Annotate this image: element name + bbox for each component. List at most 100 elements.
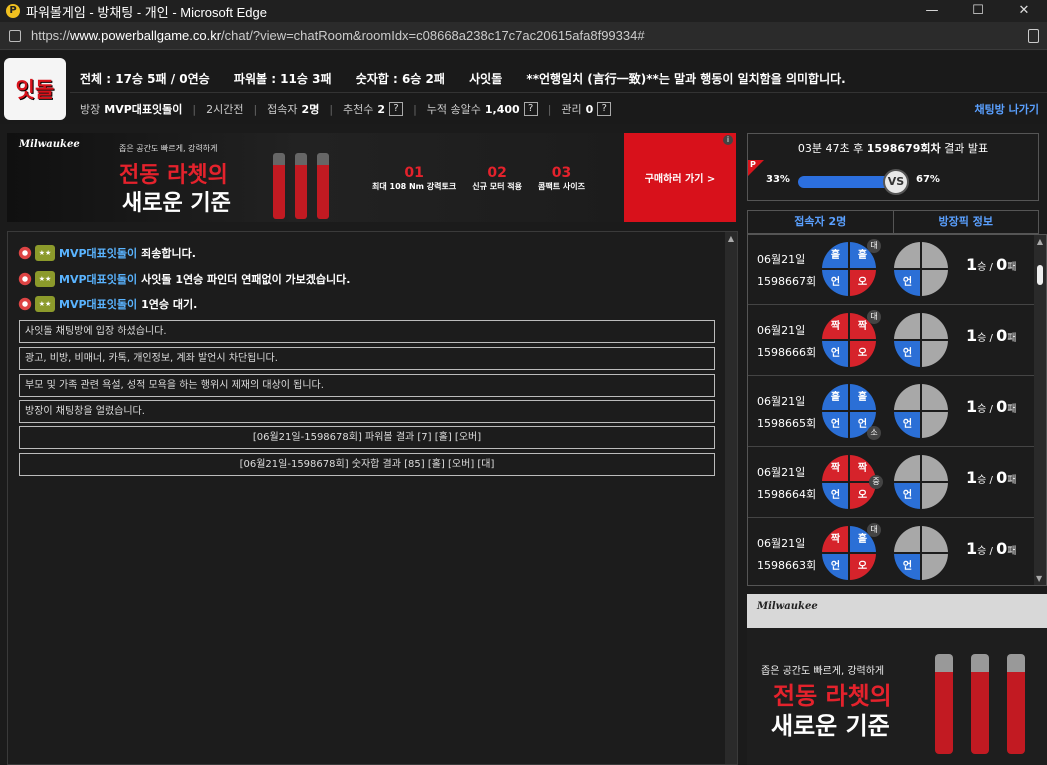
- result-quadrant: 오: [849, 269, 876, 296]
- size-tag-icon: 대: [867, 523, 881, 537]
- game-row: 06월21일 1598664회 짝 짝 언 오 중 언 1승 / 0패: [748, 448, 1036, 518]
- game-round: 1598666회: [757, 346, 817, 359]
- win-loss: 1승 / 0패: [966, 539, 1017, 558]
- size-tag-icon: 대: [867, 310, 881, 324]
- level-badge-icon: ★★: [35, 296, 55, 312]
- reader-mode-icon[interactable]: [1028, 29, 1039, 43]
- chat-message: ★★ MVP대표잇돌이 죄송합니다.: [18, 245, 196, 261]
- win-loss: 1승 / 0패: [966, 397, 1017, 416]
- ad-brand: Milwaukee: [19, 139, 80, 150]
- ad-buy-button[interactable]: 구매하러 가기 >: [624, 133, 736, 222]
- pick-circle: 언: [894, 526, 948, 580]
- flower-icon: [18, 297, 32, 311]
- result-circle: 짝짝언오: [822, 455, 876, 509]
- chat-panel[interactable]: ★★ MVP대표잇돌이 죄송합니다. ★★ MVP대표잇돌이 사잇돌 1연승 파…: [7, 231, 738, 765]
- chat-username[interactable]: MVP대표잇돌이: [59, 245, 137, 261]
- chat-scrollbar[interactable]: ▲: [725, 232, 737, 764]
- side-tabs: 접속자 2명 방장픽 정보: [747, 210, 1039, 234]
- left-percent: 33%: [766, 174, 790, 185]
- scroll-down-icon[interactable]: ▼: [1036, 574, 1042, 583]
- level-badge-icon: ★★: [35, 245, 55, 261]
- result-quadrant: 오: [849, 340, 876, 367]
- game-round: 1598665회: [757, 417, 817, 430]
- system-notice: 방장이 채팅창을 얼렸습니다.: [19, 400, 715, 423]
- maximize-icon[interactable]: ☐: [955, 0, 1001, 22]
- pick-circle: 언: [894, 384, 948, 438]
- manage-help-button[interactable]: ?: [597, 102, 612, 116]
- win-loss: 1승 / 0패: [966, 255, 1017, 274]
- app-logo-icon: P: [6, 4, 20, 18]
- pick-circle: 언: [894, 242, 948, 296]
- ad-features: 01 최대 108 Nm 강력토크 02 신규 모터 적용 03 콤팩트 사이즈: [372, 165, 585, 191]
- level-badge-icon: ★★: [35, 271, 55, 287]
- close-icon[interactable]: ✕: [1001, 0, 1047, 22]
- room-stats: 전체 : 17승 5패 / 0연승 파워볼 : 11승 3패 숫자합 : 6승 …: [80, 70, 866, 87]
- ad-tools-image: [927, 634, 1037, 754]
- lock-icon[interactable]: [9, 29, 21, 42]
- size-tag-icon: 중: [869, 475, 883, 489]
- room-logo: 잇돌: [4, 58, 66, 120]
- game-date: 06월21일: [757, 395, 806, 408]
- game-history-list[interactable]: 06월21일 1598667회 홀 홀 언 오 대 언 1승 / 0패 06월21일 1598666…: [747, 234, 1047, 586]
- result-quadrant: 홀: [822, 242, 849, 269]
- side-ad-banner[interactable]: Milwaukee 좁은 공간도 빠르게, 강력하게 전동 라쳇의 새로운 기준: [747, 594, 1047, 765]
- game-round: 1598664회: [757, 488, 817, 501]
- size-tag-icon: 소: [867, 426, 881, 440]
- ad-info-icon[interactable]: i: [723, 135, 733, 145]
- result-panel: 03분 47초 후 1598679회차 결과 발표 P 33% VS 67%: [747, 133, 1039, 201]
- stat-motto: **언행일치 (言行一致)**는 말과 행동이 일치함을 의미합니다.: [526, 72, 846, 86]
- flower-icon: [18, 246, 32, 260]
- game-row: 06월21일 1598665회 홀 홀 언 언 소 언 1승 / 0패: [748, 377, 1036, 447]
- url-text[interactable]: https://www.powerballgame.co.kr/chat/?vi…: [31, 28, 645, 43]
- tab-users[interactable]: 접속자 2명: [748, 211, 893, 233]
- address-bar[interactable]: https://www.powerballgame.co.kr/chat/?vi…: [0, 22, 1047, 50]
- result-quadrant: 언: [822, 553, 849, 580]
- countdown: 03분 47초 후: [797, 142, 864, 155]
- room-info: 방장 MVP대표잇돌이 | 2시간전 | 접속자 2명 | 추천수 2 ? | …: [80, 101, 612, 117]
- flower-icon: [18, 272, 32, 286]
- tab-owner-pick[interactable]: 방장픽 정보: [892, 211, 1039, 233]
- window-title: 파워볼게임 - 방채팅 - 개인 - Microsoft Edge: [26, 4, 267, 20]
- result-quadrant: 짝: [822, 526, 849, 553]
- system-notice: 부모 및 가족 관련 욕설, 성적 모욕을 하는 행위시 제재의 대상이 됩니다…: [19, 374, 715, 397]
- stat-powerball: 파워볼 : 11승 3패: [233, 72, 332, 86]
- cumulative-help-button[interactable]: ?: [523, 102, 538, 116]
- games-scrollbar[interactable]: ▲ ▼: [1034, 235, 1046, 585]
- result-quadrant: 언: [822, 340, 849, 367]
- game-round: 1598667회: [757, 275, 817, 288]
- recommend-help-button[interactable]: ?: [389, 102, 404, 116]
- game-round: 1598663회: [757, 559, 817, 572]
- exit-room-link[interactable]: 채팅방 나가기: [974, 101, 1039, 117]
- result-quadrant: 오: [849, 553, 876, 580]
- result-quadrant: 언: [822, 269, 849, 296]
- result-notice: [06월21일-1598678회] 숫자합 결과 [85] [홀] [오버] […: [19, 453, 715, 476]
- result-quadrant: 짝: [822, 313, 849, 340]
- right-percent: 67%: [916, 174, 940, 185]
- result-notice: [06월21일-1598678회] 파워볼 결과 [7] [홀] [오버]: [19, 426, 715, 449]
- scroll-up-icon[interactable]: ▲: [725, 234, 737, 243]
- scroll-thumb[interactable]: [1037, 265, 1043, 285]
- top-ad-banner[interactable]: Milwaukee 좁은 공간도 빠르게, 강력하게 전동 라쳇의 새로운 기준…: [7, 133, 736, 222]
- next-round: 1598679회차: [866, 142, 941, 155]
- scroll-up-icon[interactable]: ▲: [1034, 237, 1046, 246]
- result-quadrant: 홀: [822, 384, 849, 411]
- win-loss: 1승 / 0패: [966, 468, 1017, 487]
- vs-icon: VS: [883, 169, 909, 195]
- pick-circle: 언: [894, 313, 948, 367]
- stat-room: 사잇돌: [469, 72, 503, 86]
- chat-username[interactable]: MVP대표잇돌이: [59, 271, 137, 287]
- stat-total: 전체 : 17승 5패 / 0연승: [80, 72, 210, 86]
- pick-circle: 언: [894, 455, 948, 509]
- game-row: 06월21일 1598667회 홀 홀 언 오 대 언 1승 / 0패: [748, 235, 1036, 305]
- win-loss: 1승 / 0패: [966, 326, 1017, 345]
- result-quadrant: 언: [822, 482, 849, 509]
- minimize-icon[interactable]: —: [909, 0, 955, 22]
- stat-sum: 숫자합 : 6승 2패: [355, 72, 445, 86]
- window-titlebar: P 파워볼게임 - 방채팅 - 개인 - Microsoft Edge — ☐ …: [0, 0, 1047, 22]
- game-date: 06월21일: [757, 537, 806, 550]
- game-date: 06월21일: [757, 253, 806, 266]
- chat-message: ★★ MVP대표잇돌이 사잇돌 1연승 파인더 연패없이 가보겠습니다.: [18, 271, 350, 287]
- chat-username[interactable]: MVP대표잇돌이: [59, 296, 137, 312]
- ad-tools-image: [269, 139, 349, 219]
- system-notice: 광고, 비방, 비매너, 카톡, 개인정보, 계좌 발언시 차단됩니다.: [19, 347, 715, 370]
